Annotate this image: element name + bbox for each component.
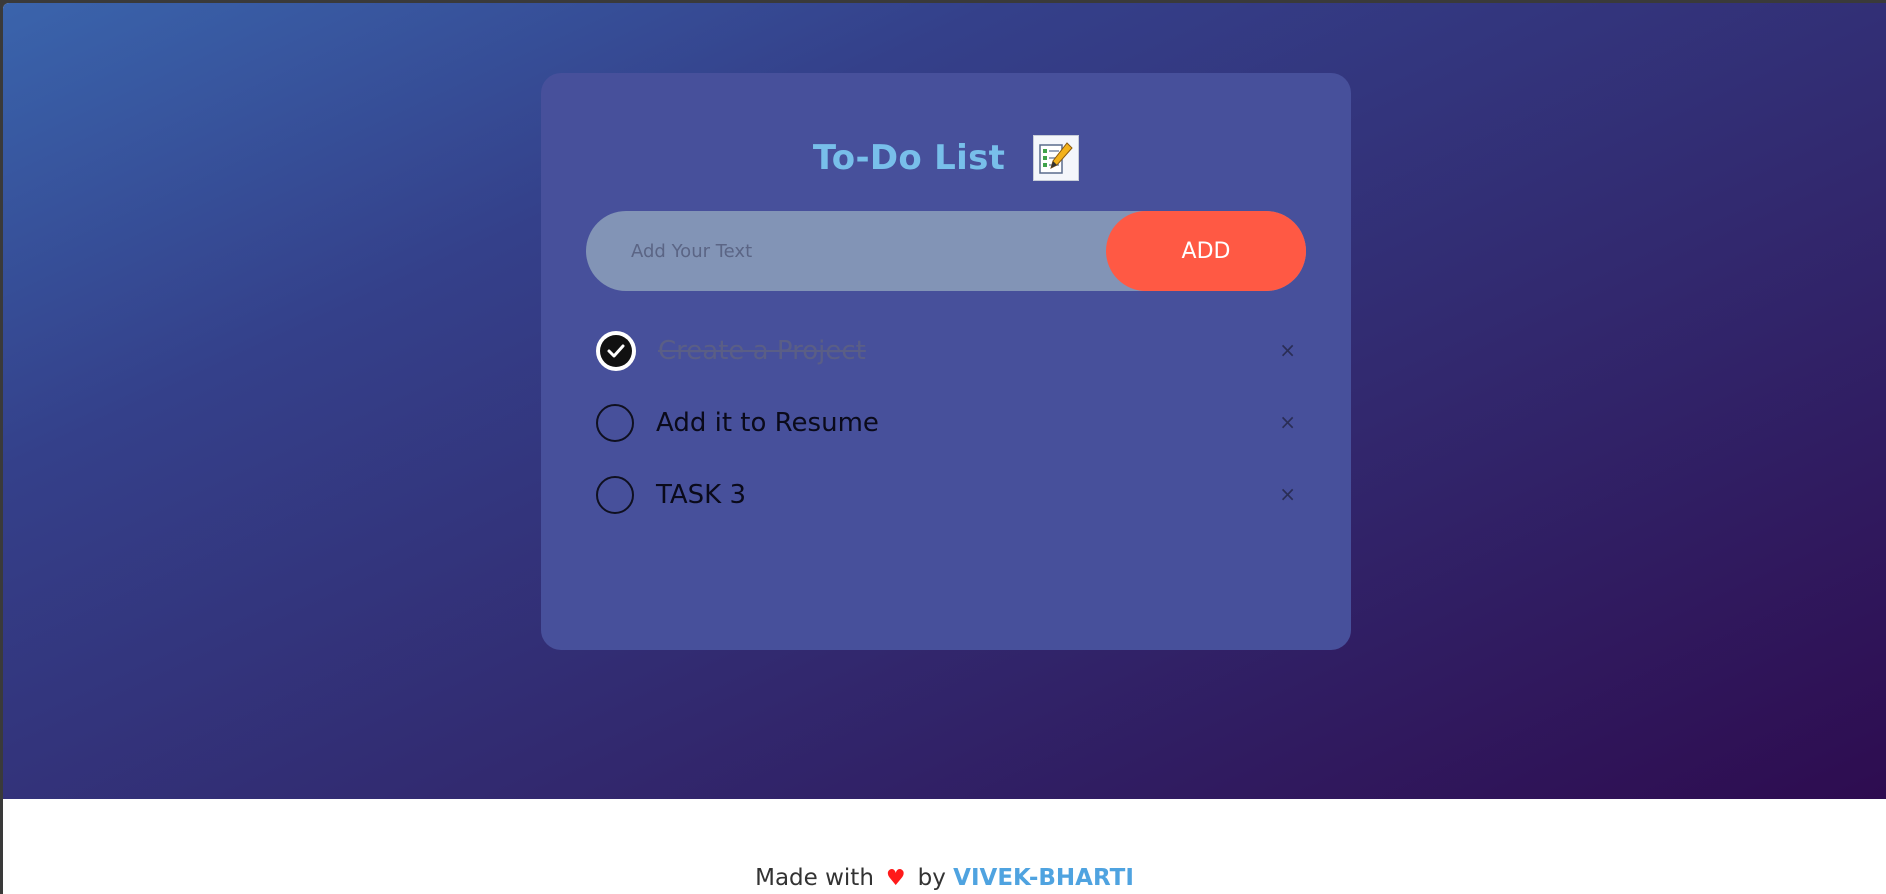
page-title: To-Do List — [812, 138, 1006, 178]
author-link[interactable]: VIVEK-BHARTI — [953, 865, 1134, 891]
unchecked-circle-icon[interactable] — [596, 476, 634, 514]
list-item[interactable]: Create a Project × — [596, 326, 1296, 376]
task-label: Add it to Resume — [656, 408, 879, 438]
list-item[interactable]: Add it to Resume × — [596, 398, 1296, 448]
card-header: To-Do List — [541, 133, 1351, 183]
footer-by: by — [917, 865, 946, 891]
task-label: Create a Project — [658, 336, 866, 366]
delete-icon[interactable]: × — [1279, 484, 1296, 504]
unchecked-circle-icon[interactable] — [596, 404, 634, 442]
delete-icon[interactable]: × — [1279, 412, 1296, 432]
hero-background: To-Do List Add Your Text ADD Create a Pr… — [3, 3, 1886, 799]
heart-icon: ♥ — [885, 866, 906, 891]
delete-icon[interactable]: × — [1279, 340, 1296, 360]
add-task-row: ADD — [586, 211, 1306, 291]
list-item[interactable]: TASK 3 × — [596, 470, 1296, 520]
todo-card: To-Do List Add Your Text ADD Create a Pr… — [541, 73, 1351, 650]
checklist-pencil-icon — [1033, 135, 1080, 181]
task-input[interactable] — [586, 211, 1126, 291]
browser-page: To-Do List Add Your Text ADD Create a Pr… — [3, 3, 1886, 894]
footer: Made with ♥ by VIVEK-BHARTI — [3, 865, 1886, 891]
checked-circle-icon[interactable] — [596, 331, 636, 371]
task-label: TASK 3 — [656, 480, 747, 510]
footer-made-with: Made with — [755, 865, 874, 891]
add-button[interactable]: ADD — [1106, 211, 1306, 291]
